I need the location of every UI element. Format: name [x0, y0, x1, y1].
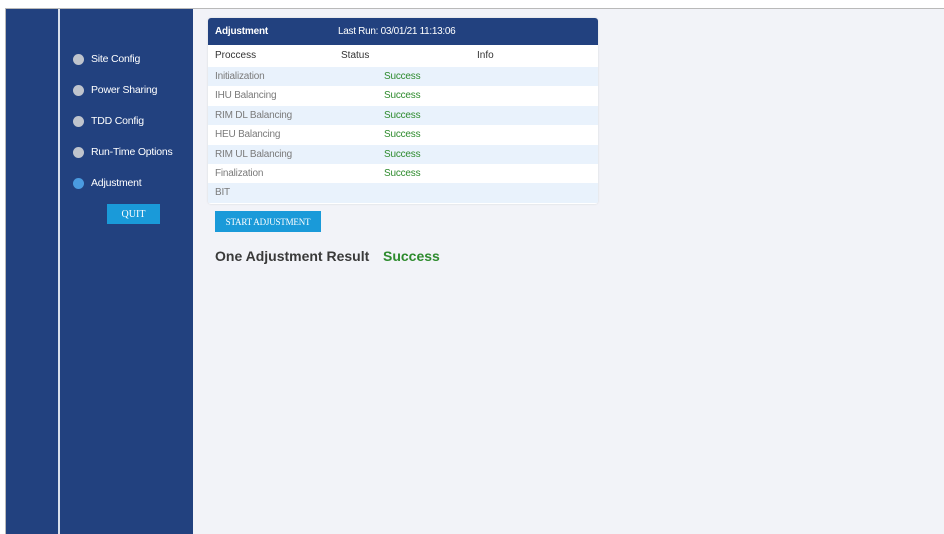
process-cell: RIM UL Balancing — [215, 148, 293, 160]
sidebar-item-site-config[interactable]: Site Config — [73, 49, 140, 69]
sidebar-item-label: Run-Time Options — [91, 146, 173, 158]
status-cell: Success — [384, 71, 421, 82]
table-row: RIM DL Balancing Success — [208, 105, 598, 126]
process-cell: BIT — [215, 187, 230, 199]
process-cell: IHU Balancing — [215, 90, 277, 102]
column-header-status: Status — [341, 50, 370, 61]
adjustment-panel: Adjustment Last Run: 03/01/21 11:13:06 P… — [208, 18, 598, 204]
table-row: HEU Balancing Success — [208, 125, 598, 145]
table-header: Proccess Status Info — [208, 45, 598, 66]
result-label: One Adjustment Result — [215, 248, 370, 264]
panel-title: Adjustment — [215, 26, 269, 37]
process-cell: Initialization — [215, 71, 265, 82]
status-cell: Success — [384, 168, 421, 179]
sidebar-item-label: Power Sharing — [91, 84, 158, 96]
status-dot-icon — [73, 84, 84, 96]
table-row: Finalization Success — [208, 164, 598, 184]
quit-button[interactable]: QUIT — [107, 204, 160, 224]
status-dot-icon — [73, 115, 84, 127]
nav-rail — [6, 9, 58, 534]
status-cell: Success — [384, 148, 421, 160]
sidebar-item-tdd-config[interactable]: TDD Config — [73, 111, 144, 131]
process-cell: Finalization — [215, 168, 264, 179]
status-dot-icon — [73, 53, 84, 65]
sidebar: Site Config Power Sharing TDD Config Run… — [60, 9, 193, 534]
active-dot-icon — [73, 177, 84, 189]
status-cell: Success — [384, 90, 421, 102]
process-cell: RIM DL Balancing — [215, 109, 293, 121]
table-row: BIT — [208, 183, 598, 203]
sidebar-item-label: Adjustment — [91, 177, 142, 189]
sidebar-item-adjustment[interactable]: Adjustment — [73, 173, 142, 193]
status-cell: Success — [384, 129, 421, 141]
process-cell: HEU Balancing — [215, 129, 281, 141]
sidebar-item-label: Site Config — [91, 53, 141, 65]
status-dot-icon — [73, 146, 84, 158]
sidebar-item-power-sharing[interactable]: Power Sharing — [73, 80, 157, 100]
start-adjustment-button[interactable]: START ADJUSTMENT — [215, 211, 321, 232]
status-cell: Success — [384, 109, 421, 121]
column-header-process: Proccess — [215, 50, 257, 61]
panel-header: Adjustment Last Run: 03/01/21 11:13:06 — [208, 18, 598, 45]
sidebar-item-run-time-options[interactable]: Run-Time Options — [73, 142, 173, 162]
table-row: Initialization Success — [208, 67, 598, 87]
sidebar-item-label: TDD Config — [91, 115, 144, 127]
table-row: IHU Balancing Success — [208, 86, 598, 106]
column-header-info: Info — [477, 50, 494, 61]
table-row: RIM UL Balancing Success — [208, 144, 598, 164]
last-run-timestamp: Last Run: 03/01/21 11:13:06 — [338, 26, 456, 37]
result-status-value: Success — [383, 248, 440, 264]
